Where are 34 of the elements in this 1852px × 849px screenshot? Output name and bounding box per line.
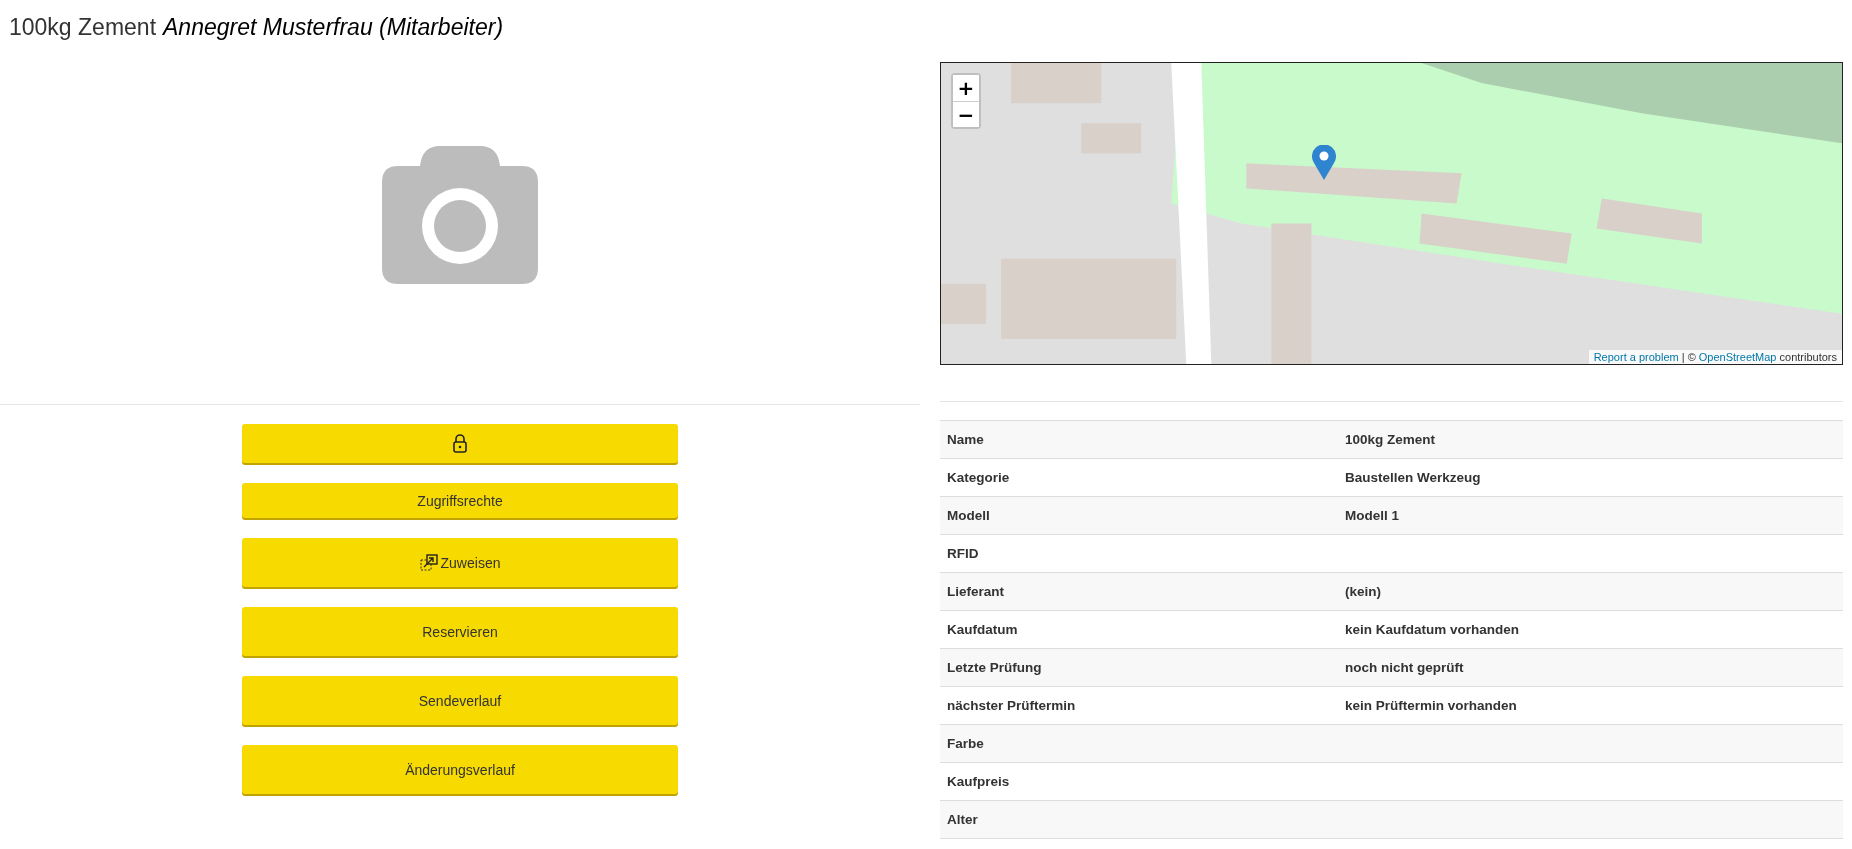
action-button[interactable]: Zugriffsrechte [242, 483, 678, 518]
map-attribution: Report a problem | © OpenStreetMap contributors [1588, 350, 1842, 364]
report-link[interactable]: Report a problem [1593, 351, 1679, 363]
lock-button[interactable] [242, 424, 678, 463]
action-button[interactable]: Reservieren [242, 607, 678, 656]
detail-value: Baustellen Werkzeug [1344, 470, 1482, 485]
assignee-name: Annegret Musterfrau (Mitarbeiter) [163, 14, 504, 41]
detail-label: nächster Prüftermin [946, 698, 1077, 713]
zoom-out-button[interactable]: − [953, 101, 979, 127]
detail-label: Kaufdatum [946, 622, 1019, 637]
detail-label: RFID [946, 546, 980, 561]
detail-label: Farbe [946, 736, 985, 751]
detail-value: 100kg Zement [1344, 432, 1437, 447]
action-button[interactable]: Sendeverlauf [242, 676, 678, 725]
detail-value: Modell 1 [1344, 508, 1400, 523]
item-title: 100kg Zement [9, 14, 157, 41]
lock-icon [453, 434, 467, 453]
assign-icon [419, 554, 438, 571]
assign-button[interactable]: Zuweisen [242, 538, 678, 587]
detail-value: noch nicht geprüft [1344, 660, 1465, 675]
detail-value: kein Kaufdatum vorhanden [1344, 622, 1521, 637]
camera-icon [382, 146, 538, 284]
osm-link[interactable]: OpenStreetMap [1698, 351, 1777, 363]
detail-label: Lieferant [946, 584, 1005, 599]
detail-label: Kaufpreis [946, 774, 1011, 789]
detail-label: Name [946, 432, 985, 447]
map-pin-icon [1312, 145, 1336, 181]
detail-value: (kein) [1344, 584, 1382, 599]
detail-label: Letzte Prüfung [946, 660, 1043, 675]
detail-label: Modell [946, 508, 991, 523]
detail-value: kein Prüftermin vorhanden [1344, 698, 1518, 713]
detail-label: Alter [946, 812, 979, 827]
action-button[interactable]: Änderungsverlauf [242, 745, 678, 794]
detail-label: Kategorie [946, 470, 1011, 485]
